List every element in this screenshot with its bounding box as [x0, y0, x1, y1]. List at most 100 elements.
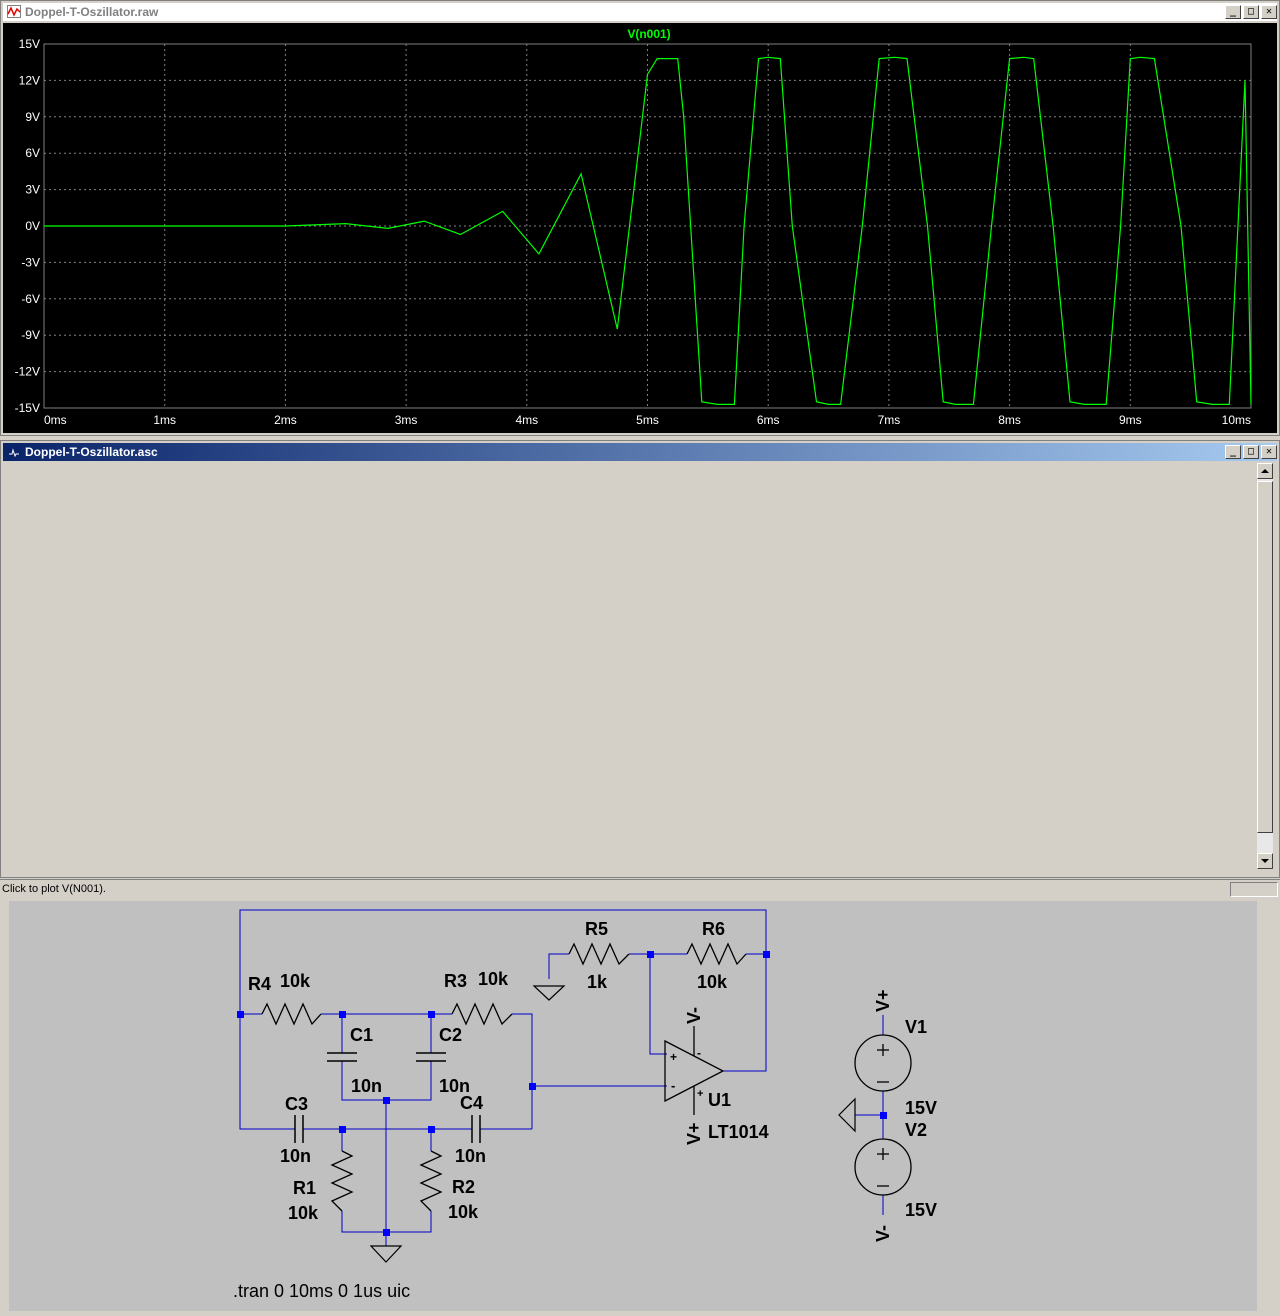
ground-symbol[interactable]: [369, 1245, 403, 1263]
r6-name[interactable]: R6: [702, 919, 725, 939]
schematic-icon: [7, 445, 21, 458]
c4-name[interactable]: C4: [460, 1093, 483, 1113]
capacitor-c2[interactable]: [416, 1052, 446, 1062]
scroll-down-button[interactable]: [1257, 853, 1273, 869]
resistor-r4[interactable]: [261, 1002, 322, 1026]
c3-value[interactable]: 10n: [280, 1146, 311, 1166]
junction-dot[interactable]: [237, 1011, 244, 1018]
schematic-canvas[interactable]: + - - + R4 10k R3 10k R5 1k R6 10k C1 10…: [9, 901, 1257, 1311]
x-tick-label: 9ms: [1119, 413, 1142, 427]
c4-value[interactable]: 10n: [455, 1146, 486, 1166]
r3-value[interactable]: 10k: [478, 969, 509, 989]
v2-name[interactable]: V2: [905, 1120, 927, 1140]
y-tick-label: -15V: [15, 401, 40, 415]
r2-name[interactable]: R2: [452, 1177, 475, 1197]
status-panel: [1230, 882, 1278, 897]
opamp-vplus-pin-sign: +: [697, 1088, 703, 1100]
y-tick-label: 3V: [25, 183, 40, 197]
r5-value[interactable]: 1k: [587, 972, 608, 992]
waveform-plot[interactable]: 0ms 1ms 2ms 3ms 4ms 5ms 6ms 7ms 8ms 9ms 10ms 15V 12V…: [3, 23, 1277, 433]
restore-button[interactable]: □: [1243, 5, 1259, 19]
junction-dot[interactable]: [763, 951, 770, 958]
minimize-button[interactable]: _: [1225, 445, 1241, 459]
schematic-window-titlebar[interactable]: Doppel-T-Oszillator.asc _ □ ✕: [3, 443, 1277, 461]
wire-r6-out: [723, 954, 767, 1072]
vertical-scrollbar[interactable]: [1257, 463, 1273, 869]
spice-directive[interactable]: .tran 0 10ms 0 1us uic: [233, 1281, 410, 1301]
x-tick-label: 7ms: [878, 413, 901, 427]
scroll-thumb[interactable]: [1257, 481, 1273, 833]
junction-dot[interactable]: [383, 1229, 390, 1236]
wires: [239, 909, 884, 1246]
y-tick-label: 9V: [25, 110, 40, 124]
capacitor-c4[interactable]: [471, 1115, 481, 1143]
ground-symbol[interactable]: [532, 985, 566, 1001]
status-message: Click to plot V(N001).: [2, 883, 106, 895]
capacitor-c3[interactable]: [294, 1115, 304, 1143]
r3-name[interactable]: R3: [444, 971, 467, 991]
junction-dot[interactable]: [647, 951, 654, 958]
c1-name[interactable]: C1: [350, 1025, 373, 1045]
vplus-net-label[interactable]: V+: [873, 989, 893, 1012]
r6-value[interactable]: 10k: [697, 972, 728, 992]
resistor-r2[interactable]: [419, 1150, 443, 1212]
r4-value[interactable]: 10k: [280, 971, 311, 991]
r1-value[interactable]: 10k: [288, 1203, 319, 1223]
c3-name[interactable]: C3: [285, 1094, 308, 1114]
x-tick-label: 4ms: [515, 413, 538, 427]
x-tick-label: 1ms: [153, 413, 176, 427]
v1-value[interactable]: 15V: [905, 1098, 937, 1118]
waveform-icon: [7, 5, 21, 18]
junction-dot[interactable]: [529, 1083, 536, 1090]
resistor-r6[interactable]: [686, 942, 747, 966]
junction-dot[interactable]: [428, 1126, 435, 1133]
r2-value[interactable]: 10k: [448, 1202, 479, 1222]
junction-dot[interactable]: [339, 1011, 346, 1018]
opamp-plus-sign: +: [670, 1050, 677, 1064]
resistor-r5[interactable]: [568, 942, 630, 966]
junction-dot[interactable]: [428, 1011, 435, 1018]
x-tick-label: 6ms: [757, 413, 780, 427]
arrow-up-icon: [1261, 469, 1269, 473]
close-button[interactable]: ✕: [1261, 445, 1277, 459]
u1-name[interactable]: U1: [708, 1090, 731, 1110]
resistor-r3[interactable]: [451, 1002, 513, 1026]
junction-dot[interactable]: [880, 1112, 887, 1119]
capacitor-c1[interactable]: [327, 1052, 357, 1062]
trace-label[interactable]: V(n001): [627, 27, 670, 41]
y-tick-label: 6V: [25, 146, 40, 160]
u1-model[interactable]: LT1014: [708, 1122, 769, 1142]
schematic-window: Doppel-T-Oszillator.asc _ □ ✕ + - - + R4…: [0, 440, 1280, 1311]
c1-value[interactable]: 10n: [351, 1076, 382, 1096]
v2-value[interactable]: 15V: [905, 1200, 937, 1220]
junction-dot[interactable]: [383, 1097, 390, 1104]
junction-dot[interactable]: [339, 1126, 346, 1133]
restore-button[interactable]: □: [1243, 445, 1259, 459]
plot-window-titlebar[interactable]: Doppel-T-Oszillator.raw _ □ ✕: [3, 3, 1277, 21]
c2-name[interactable]: C2: [439, 1025, 462, 1045]
u1-vplus-label[interactable]: V+: [684, 1122, 704, 1145]
y-tick-label: -12V: [15, 365, 40, 379]
u1-vminus-label[interactable]: V-: [684, 1007, 704, 1024]
r1-name[interactable]: R1: [293, 1178, 316, 1198]
vminus-net-label[interactable]: V-: [873, 1225, 893, 1242]
y-tick-label: 0V: [25, 219, 40, 233]
junctions: [237, 951, 887, 1236]
plot-window-title: Doppel-T-Oszillator.raw: [25, 5, 159, 19]
x-tick-label: 3ms: [395, 413, 418, 427]
voltage-source-v2[interactable]: [854, 1138, 912, 1196]
resistor-r1[interactable]: [330, 1150, 354, 1212]
v1-name[interactable]: V1: [905, 1017, 927, 1037]
close-button[interactable]: ✕: [1261, 5, 1277, 19]
r5-name[interactable]: R5: [585, 919, 608, 939]
plot-svg[interactable]: 0ms 1ms 2ms 3ms 4ms 5ms 6ms 7ms 8ms 9ms 10ms 15V 12V…: [3, 23, 1277, 433]
opamp-vminus-pin-sign: -: [697, 1046, 701, 1060]
minimize-button[interactable]: _: [1225, 5, 1241, 19]
x-tick-label: 0ms: [44, 413, 67, 427]
scroll-up-button[interactable]: [1257, 463, 1273, 479]
r4-name[interactable]: R4: [248, 974, 271, 994]
ground-symbol[interactable]: [838, 1097, 856, 1133]
y-tick-label: -3V: [21, 255, 40, 269]
voltage-source-v1[interactable]: [854, 1034, 912, 1092]
schematic-window-title: Doppel-T-Oszillator.asc: [25, 445, 158, 459]
